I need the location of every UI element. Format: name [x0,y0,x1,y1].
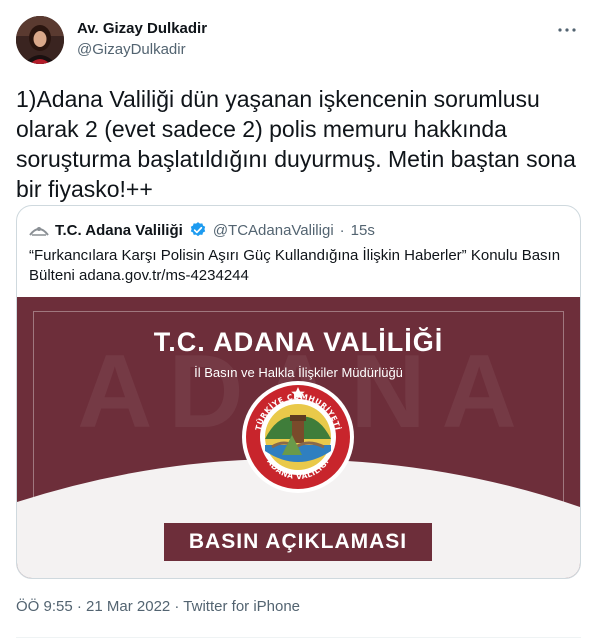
verified-badge-icon [189,221,207,239]
tweet-timestamp[interactable]: ÖÖ 9:55 · 21 Mar 2022 · Twitter for iPho… [16,598,300,615]
quoted-media-image[interactable]: ADANA T.C. ADANA VALİLİĞİ İl Basın ve Ha… [17,297,580,578]
press-release-badge: BASIN AÇIKLAMASI [164,523,432,561]
media-title: T.C. ADANA VALİLİĞİ [153,327,444,357]
quoted-tweet-card[interactable]: T.C. Adana Valiliği @TCAdanaValiligi · 1… [16,205,581,579]
government-emblem-icon[interactable] [29,220,49,240]
adana-governorship-seal-icon: TÜRKİYE CUMHURİYETİ ADANA VALİLİĞİ [242,381,354,493]
more-options-button[interactable] [552,18,582,42]
quoted-tweet-header: T.C. Adana Valiliği @TCAdanaValiligi · 1… [29,220,375,240]
quoted-author-handle[interactable]: @TCAdanaValiligi [213,222,334,239]
quoted-timestamp[interactable]: 15s [351,222,375,239]
author-name[interactable]: Av. Gizay Dulkadir [77,20,207,37]
author-handle[interactable]: @GizayDulkadir [77,41,186,58]
author-avatar[interactable] [16,16,64,64]
quoted-tweet-text: “Furkancılara Karşı Polisin Aşırı Güç Ku… [29,247,561,284]
tweet: Av. Gizay Dulkadir @GizayDulkadir 1)Adan… [0,0,593,640]
press-release-label: BASIN AÇIKLAMASI [188,530,408,553]
separator-dot: · [339,221,345,239]
more-horizontal-icon [558,28,576,32]
quoted-author-name[interactable]: T.C. Adana Valiliği [55,222,183,239]
divider [16,637,581,638]
tweet-text: 1)Adana Valiliği dün yaşanan işkencenin … [16,86,576,202]
